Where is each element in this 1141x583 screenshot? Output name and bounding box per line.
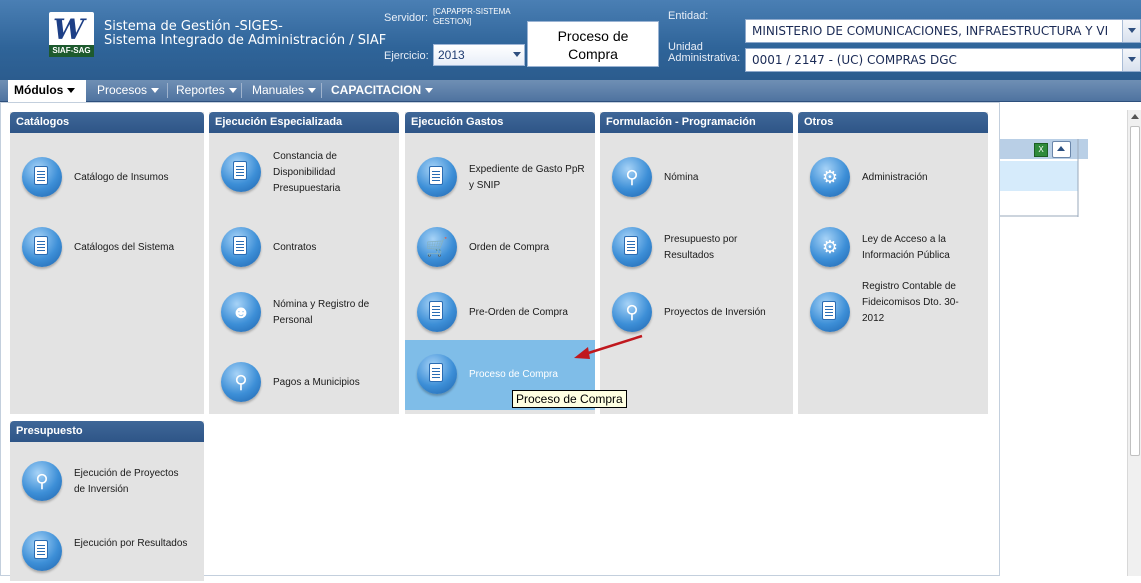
menu-capacitacion[interactable]: CAPACITACION [325, 80, 434, 101]
chevron-down-icon [228, 88, 237, 94]
chevron-down-icon [513, 52, 521, 57]
unidad-select[interactable]: 0001 / 2147 - (UC) COMPRAS DGC [745, 48, 1141, 72]
menu-modulos[interactable]: Módulos [8, 80, 86, 102]
document-icon [810, 292, 850, 332]
document-icon [612, 227, 652, 267]
chevron-down-icon [67, 88, 76, 94]
document-icon [417, 354, 457, 394]
document-icon [22, 531, 62, 571]
item-ejecucion-resultados[interactable]: Ejecución por Resultados [10, 521, 200, 583]
tooltip: Proceso de Compra [512, 390, 627, 408]
cart-icon: 🛒 [417, 227, 457, 267]
item-administracion[interactable]: ⚙ Administración [798, 147, 988, 209]
section-title: Ejecución Especializada [209, 112, 399, 133]
document-icon [221, 227, 261, 267]
document-icon [22, 227, 62, 267]
search-people-icon: ⚲ [221, 362, 261, 402]
menu-separator [167, 83, 168, 98]
collapse-button[interactable] [1052, 141, 1071, 158]
chevron-down-icon [425, 88, 434, 94]
entidad-select[interactable]: MINISTERIO DE COMUNICACIONES, INFRAESTRU… [745, 19, 1141, 43]
item-ejecucion-proyectos-inversion[interactable]: ⚲ Ejecución de Proyectos de Inversión [10, 451, 200, 513]
search-document-icon: ⚲ [22, 461, 62, 501]
annotation-arrow-icon [574, 334, 643, 359]
chevron-down-icon [1128, 28, 1136, 33]
item-expediente-gasto[interactable]: Expediente de Gasto PpR y SNIP [405, 147, 595, 209]
section-title: Formulación - Programación [600, 112, 793, 133]
menu-separator [241, 83, 242, 98]
chevron-down-icon [308, 88, 317, 94]
section-catalogos: Catálogos Catálogo de Insumos Catálogos … [10, 112, 204, 414]
section-title: Presupuesto [10, 421, 204, 442]
document-icon [417, 157, 457, 197]
app-title-line1: Sistema de Gestión -SIGES- [104, 19, 283, 34]
item-pagos-municipios[interactable]: ⚲ Pagos a Municipios [209, 352, 399, 414]
item-nomina[interactable]: ⚲ Nómina [600, 147, 790, 209]
excel-icon[interactable]: X [1034, 143, 1048, 157]
section-formulacion-programacion: Formulación - Programación ⚲ Nómina Pres… [600, 112, 793, 414]
search-document-icon: ⚲ [612, 292, 652, 332]
servidor-value-1: [CAPAPPR-SISTEMA [433, 7, 511, 16]
entidad-dropdown-button[interactable] [1122, 20, 1140, 42]
item-contratos[interactable]: Contratos [209, 217, 399, 279]
scrollbar-thumb[interactable] [1130, 126, 1140, 456]
scroll-up-icon[interactable] [1131, 114, 1139, 119]
document-icon [221, 152, 261, 192]
item-catalogos-sistema[interactable]: Catálogos del Sistema [10, 217, 200, 279]
gears-icon: ⚙ [810, 227, 850, 267]
page-scrollbar[interactable] [1127, 110, 1141, 576]
search-people-icon: ⚲ [612, 157, 652, 197]
ejercicio-label: Ejercicio: [384, 50, 429, 62]
servidor-label: Servidor: [384, 12, 429, 24]
unidad-dropdown-button[interactable] [1122, 49, 1140, 71]
servidor-value-2: GESTION] [433, 17, 472, 26]
background-widget: X [1000, 139, 1090, 219]
item-registro-contable-fideicomisos[interactable]: Registro Contable de Fideicomisos Dto. 3… [798, 281, 988, 344]
section-title: Otros [798, 112, 988, 133]
app-header: W SIAF-SAG Sistema de Gestión -SIGES- Si… [0, 0, 1141, 80]
gears-icon: ⚙ [810, 157, 850, 197]
menu-separator [321, 83, 322, 98]
section-ejecucion-especializada: Ejecución Especializada Constancia de Di… [209, 112, 399, 414]
item-pre-orden-compra[interactable]: Pre-Orden de Compra [405, 282, 595, 344]
menu-reportes[interactable]: Reportes [170, 80, 237, 101]
siaf-logo: W SIAF-SAG [49, 12, 94, 57]
entidad-label: Entidad: [668, 10, 709, 22]
item-nomina-registro-personal[interactable]: ☻ Nómina y Registro de Personal [209, 282, 399, 344]
section-title: Ejecución Gastos [405, 112, 595, 133]
section-presupuesto: Presupuesto ⚲ Ejecución de Proyectos de … [10, 421, 204, 581]
app-title-line2: Sistema Integrado de Administración / SI… [104, 33, 387, 48]
document-icon [22, 157, 62, 197]
people-icon: ☻ [221, 292, 261, 332]
chevron-down-icon [1128, 57, 1136, 62]
modules-dropdown-panel: Catálogos Catálogo de Insumos Catálogos … [0, 102, 1000, 581]
item-orden-compra[interactable]: 🛒 Orden de Compra [405, 217, 595, 279]
unidad-label: Unidad Administrativa: [668, 41, 741, 64]
section-title: Catálogos [10, 112, 204, 133]
menu-procesos[interactable]: Procesos [91, 80, 160, 101]
document-icon [417, 292, 457, 332]
section-ejecucion-gastos: Ejecución Gastos Expediente de Gasto PpR… [405, 112, 595, 414]
chevron-down-icon [151, 88, 160, 94]
item-constancia-disponibilidad[interactable]: Constancia de Disponibilidad Presupuesta… [209, 142, 399, 204]
item-ley-acceso-informacion[interactable]: ⚙ Ley de Acceso a la Información Pública [798, 217, 988, 279]
item-catalogo-insumos[interactable]: Catálogo de Insumos [10, 147, 200, 209]
page-title: Proceso de Compra [527, 21, 659, 67]
main-menubar: Módulos Procesos Reportes Manuales CAPAC… [0, 80, 1141, 102]
chevron-up-icon [1057, 146, 1065, 151]
section-otros: Otros ⚙ Administración ⚙ Ley de Acceso a… [798, 112, 988, 414]
ejercicio-select[interactable]: 2013 [433, 44, 525, 66]
menu-manuales[interactable]: Manuales [246, 80, 317, 101]
item-presupuesto-resultados[interactable]: Presupuesto por Resultados [600, 217, 790, 279]
